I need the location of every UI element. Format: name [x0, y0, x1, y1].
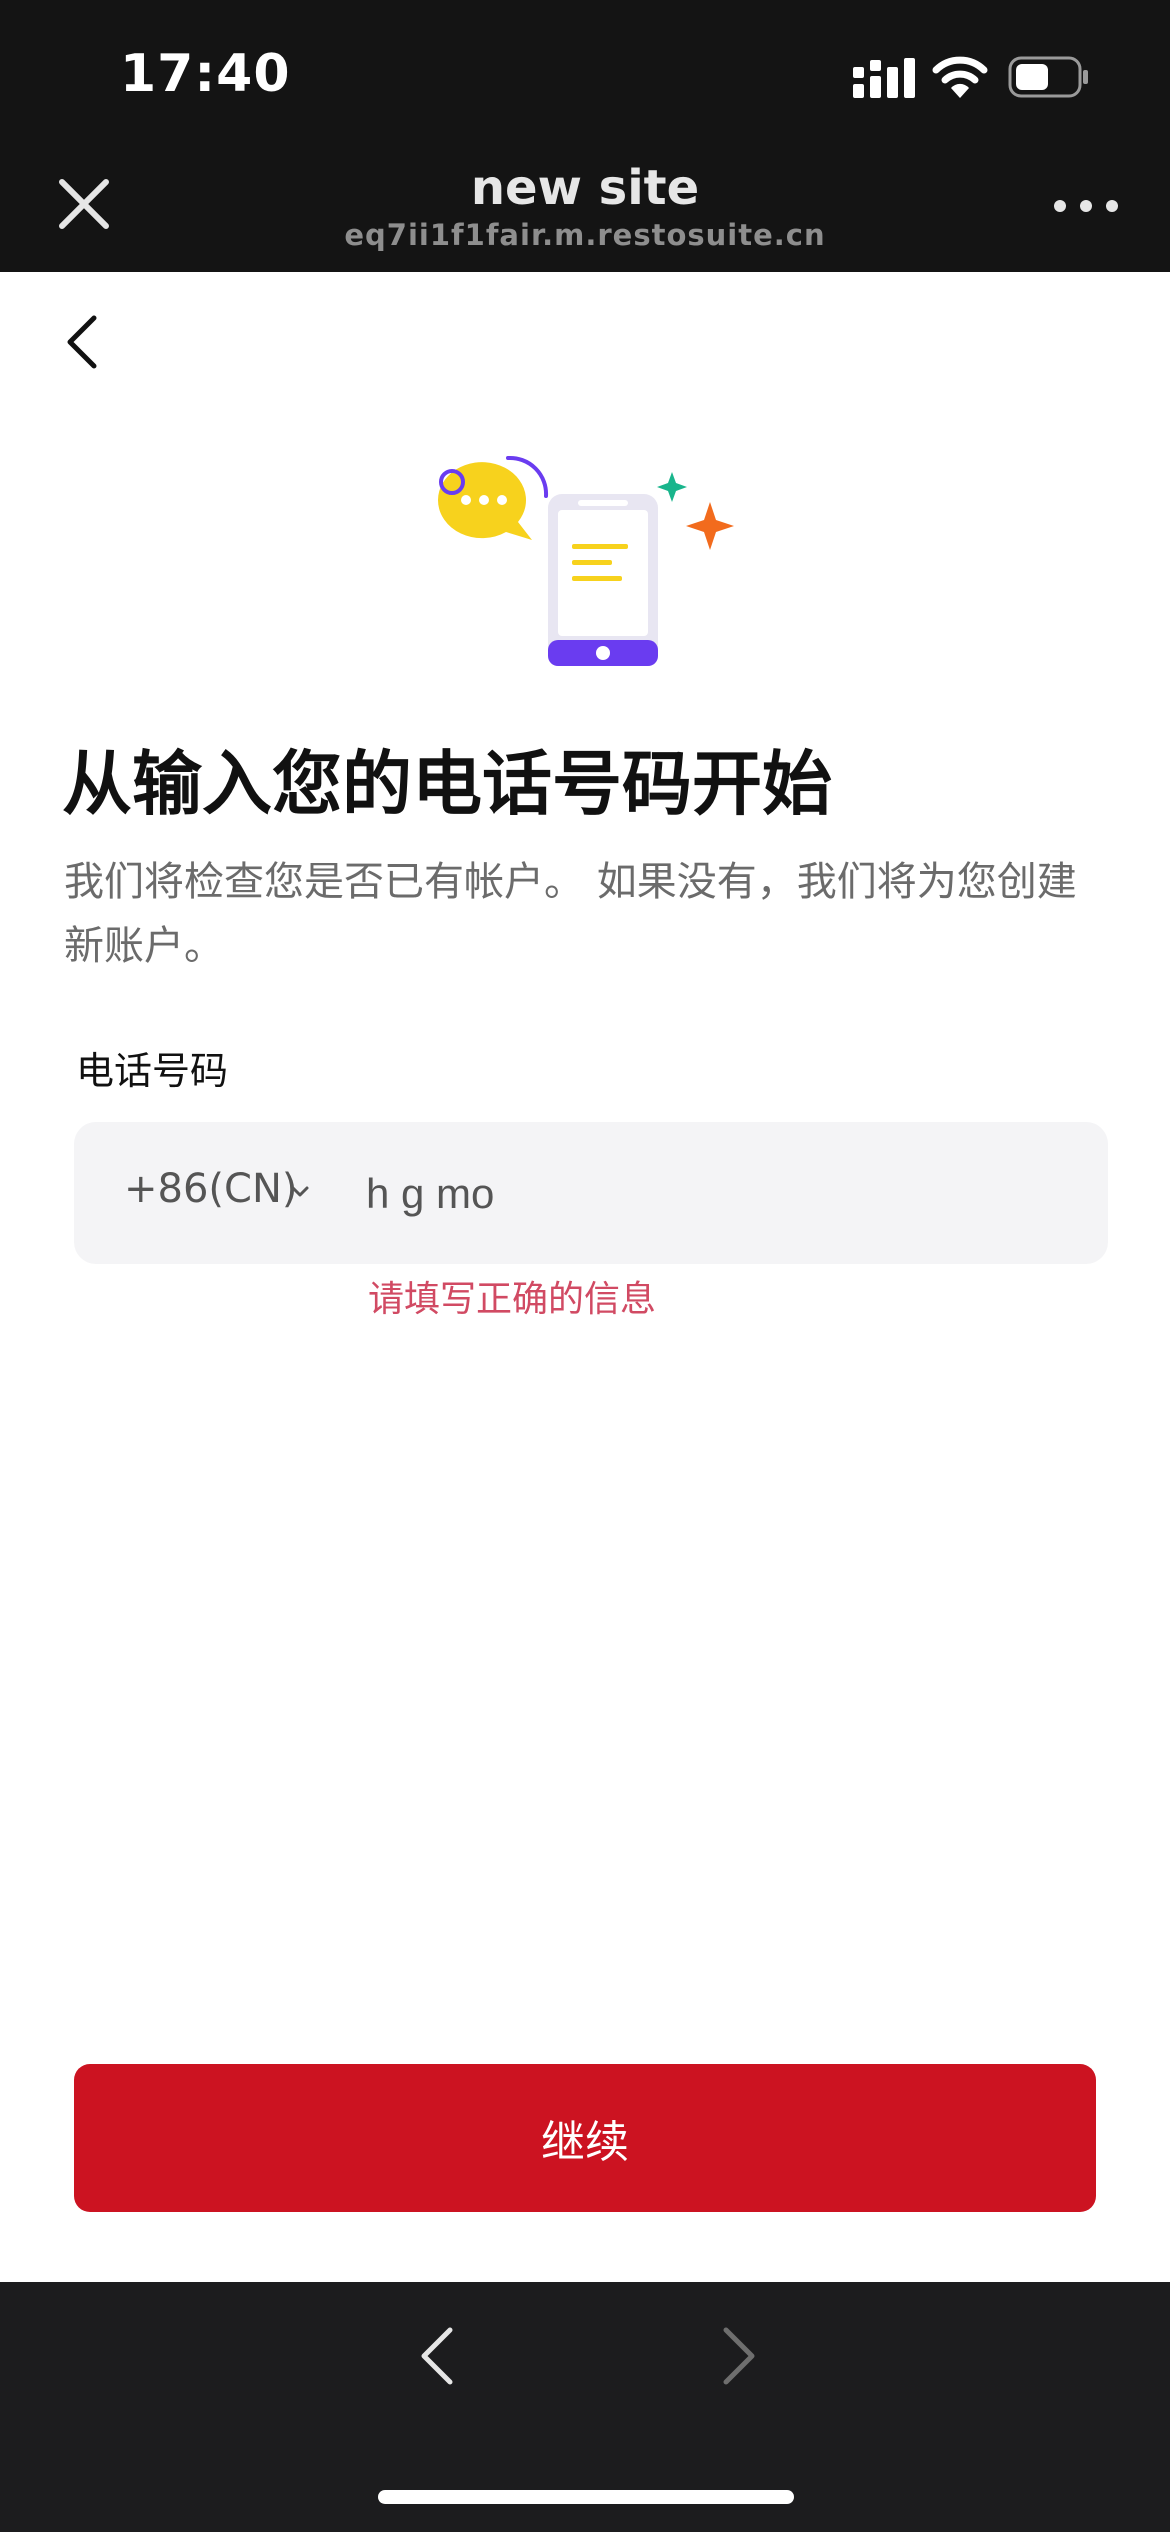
chevron-down-icon[interactable] [290, 1185, 310, 1199]
headline: 从输入您的电话号码开始 [62, 743, 832, 825]
cellular-signal-icon [853, 58, 915, 98]
home-indicator[interactable] [378, 2490, 794, 2504]
page-title: new site [470, 160, 700, 216]
continue-button[interactable]: 继续 [74, 2064, 1096, 2212]
country-code-select[interactable]: +86(CN) [124, 1166, 297, 1212]
battery-icon [1008, 56, 1088, 98]
wifi-icon [932, 56, 988, 98]
phone-label: 电话号码 [76, 1049, 229, 1093]
error-message: 请填写正确的信息 [368, 1279, 657, 1320]
more-icon[interactable] [1050, 190, 1122, 222]
status-time: 17:40 [120, 44, 291, 104]
chevron-left-icon[interactable] [58, 310, 106, 374]
nav-back-icon[interactable] [410, 2322, 466, 2390]
phone-input[interactable] [366, 1150, 1066, 1238]
page-url: eq7ii1f1fair.m.restosuite.cn [344, 218, 826, 252]
subtitle: 我们将检查您是否已有帐户。 如果没有，我们将为您创建新账户。 [64, 859, 1077, 969]
nav-forward-icon[interactable] [710, 2322, 766, 2390]
phone-illustration [437, 455, 734, 666]
